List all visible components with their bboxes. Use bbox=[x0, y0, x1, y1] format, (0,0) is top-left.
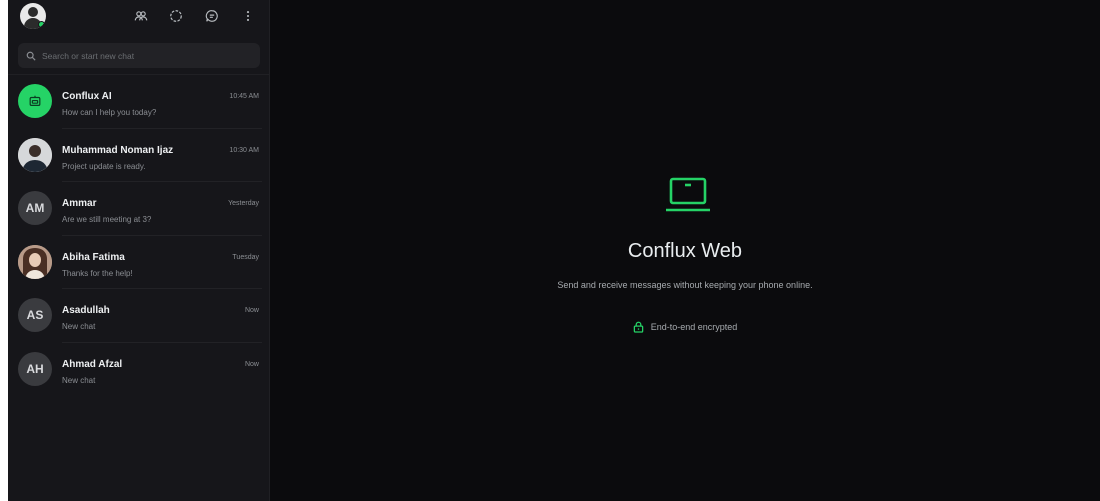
chat-preview: How can I help you today? bbox=[62, 108, 157, 117]
person-photo-icon bbox=[18, 244, 52, 279]
chat-time: Now bbox=[244, 307, 259, 314]
welcome-subtitle: Send and receive messages without keepin… bbox=[557, 280, 813, 290]
chat-list: Conflux AI How can I help you today? 10:… bbox=[8, 75, 270, 396]
communities-icon[interactable] bbox=[132, 7, 150, 25]
chat-name: Asadullah bbox=[62, 305, 110, 316]
chat-preview: Project update is ready. bbox=[62, 161, 146, 171]
lock-icon bbox=[633, 321, 643, 333]
sidebar: Conflux AI How can I help you today? 10:… bbox=[8, 0, 270, 501]
chat-item-conflux-ai[interactable]: Conflux AI How can I help you today? 10:… bbox=[8, 75, 270, 129]
chat-time: 10:30 AM bbox=[229, 146, 259, 154]
online-status-dot bbox=[38, 21, 45, 28]
app-window: Conflux AI How can I help you today? 10:… bbox=[0, 0, 1100, 501]
person-photo-icon bbox=[18, 137, 52, 172]
avatar bbox=[18, 137, 52, 172]
welcome-title: Conflux Web bbox=[627, 240, 743, 262]
chat-name: Abiha Fatima bbox=[62, 251, 125, 263]
avatar-initials: AS bbox=[18, 298, 52, 332]
chat-name: Ammar bbox=[62, 198, 97, 209]
status-icon[interactable] bbox=[167, 7, 185, 25]
new-chat-icon[interactable] bbox=[203, 7, 221, 25]
chat-time: 10:45 AM bbox=[229, 93, 259, 100]
search-bar bbox=[18, 43, 260, 68]
chat-time: Yesterday bbox=[228, 200, 259, 207]
chat-item-ammar[interactable]: AM Ammar Are we still meeting at 3? Yest… bbox=[8, 182, 270, 236]
avatar-initials: AH bbox=[18, 351, 52, 386]
chat-preview: Thanks for the help! bbox=[62, 268, 133, 278]
window-edge bbox=[0, 0, 8, 501]
search-input[interactable] bbox=[42, 50, 242, 61]
ai-bot-icon bbox=[29, 95, 41, 106]
sidebar-header bbox=[8, 0, 269, 33]
chat-item-asadullah[interactable]: AS Asadullah New chat Now bbox=[8, 289, 270, 343]
my-profile-avatar[interactable] bbox=[20, 3, 46, 29]
chat-name: Conflux AI bbox=[62, 91, 112, 102]
chat-preview: New chat bbox=[62, 322, 96, 331]
chat-time: Now bbox=[244, 360, 259, 368]
welcome-panel: Conflux Web Send and receive messages wi… bbox=[270, 0, 1100, 501]
chat-item-muhammad-noman-ijaz[interactable]: Muhammad Noman Ijaz Project update is re… bbox=[8, 129, 270, 182]
avatar bbox=[18, 84, 52, 118]
chat-item-abiha-fatima[interactable]: Abiha Fatima Thanks for the help! Tuesda… bbox=[8, 236, 270, 289]
encryption-notice: End-to-end encrypted bbox=[270, 321, 1100, 333]
chat-item-ahmad-afzal[interactable]: AH Ahmad Afzal New chat Now bbox=[8, 343, 270, 397]
menu-icon[interactable] bbox=[239, 7, 257, 25]
avatar bbox=[18, 244, 52, 279]
encryption-label: End-to-end encrypted bbox=[650, 322, 738, 332]
chat-name: Ahmad Afzal bbox=[62, 358, 123, 370]
avatar-initials: AM bbox=[18, 191, 52, 225]
chat-name: Muhammad Noman Ijaz bbox=[62, 144, 174, 156]
laptop-icon bbox=[666, 177, 710, 212]
chat-preview: New chat bbox=[62, 375, 96, 385]
search-icon bbox=[26, 51, 36, 61]
chat-time: Tuesday bbox=[232, 253, 259, 261]
chat-preview: Are we still meeting at 3? bbox=[62, 215, 152, 224]
